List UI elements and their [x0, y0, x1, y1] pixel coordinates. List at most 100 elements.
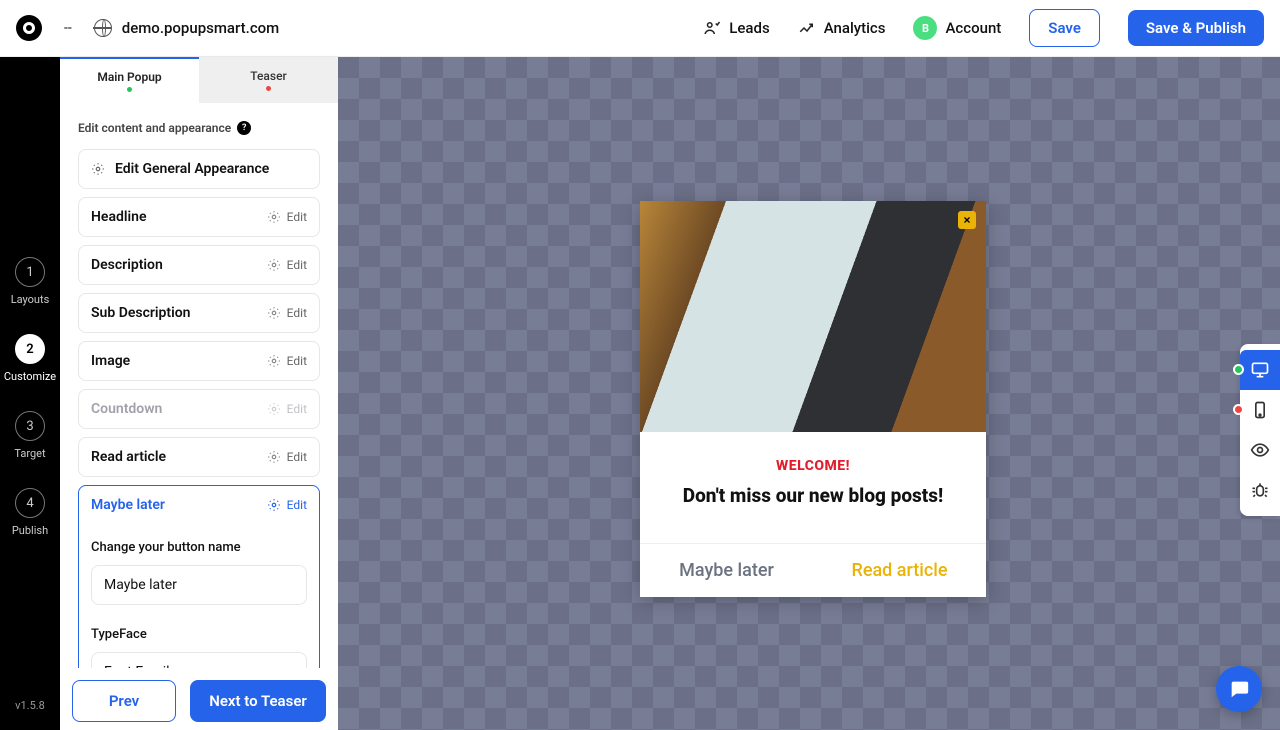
steps-rail: 1 Layouts 2 Customize 3 Target 4 Publish…	[0, 57, 60, 730]
domain-text: demo.popupsmart.com	[122, 19, 280, 37]
popup-actions: Maybe later Read article	[640, 543, 986, 597]
save-publish-button[interactable]: Save & Publish	[1128, 10, 1264, 46]
block-header[interactable]: Maybe later Edit	[79, 486, 319, 524]
tab-label: Teaser	[250, 69, 287, 83]
topbar: -- demo.popupsmart.com Leads Analytics B…	[0, 0, 1280, 57]
chat-widget[interactable]	[1216, 666, 1262, 712]
panel-footer: Prev Next to Teaser	[60, 668, 338, 730]
editor-panel: Main Popup Teaser Edit content and appea…	[60, 57, 338, 730]
chat-icon	[1228, 678, 1250, 700]
nav-analytics-label: Analytics	[824, 19, 886, 37]
popup-welcome: WELCOME!	[660, 458, 966, 474]
globe-icon	[94, 19, 112, 37]
device-toolbar	[1240, 344, 1280, 516]
tab-teaser[interactable]: Teaser	[199, 57, 338, 103]
popup-close-button[interactable]	[958, 211, 976, 229]
nav-analytics[interactable]: Analytics	[798, 19, 886, 37]
avatar: B	[913, 16, 937, 40]
block-edit: Edit	[267, 402, 307, 416]
step-publish[interactable]: 4 Publish	[12, 488, 48, 537]
popup-maybe-later-button[interactable]: Maybe later	[640, 544, 813, 597]
section-title-text: Edit content and appearance	[78, 121, 231, 135]
tab-label: Main Popup	[97, 70, 161, 84]
topbar-right: Leads Analytics B Account Save Save & Pu…	[703, 9, 1264, 47]
block-title: Sub Description	[91, 305, 191, 321]
block-countdown[interactable]: Countdown Edit	[78, 389, 320, 429]
step-number: 3	[15, 411, 45, 441]
block-edit: Edit	[267, 450, 307, 464]
app-logo[interactable]	[16, 15, 42, 41]
analytics-icon	[798, 19, 816, 37]
gear-icon	[91, 162, 105, 176]
status-dot-icon	[266, 86, 271, 91]
gear-icon	[267, 258, 281, 272]
view-debug[interactable]	[1240, 470, 1280, 510]
popup-body: WELCOME! Don't miss our new blog posts!	[640, 432, 986, 543]
block-sub-description[interactable]: Sub Description Edit	[78, 293, 320, 333]
block-title: Maybe later	[91, 497, 165, 513]
popup-read-article-button[interactable]: Read article	[813, 544, 986, 597]
block-title: Description	[91, 257, 163, 273]
step-label: Layouts	[11, 293, 50, 306]
nav-leads-label: Leads	[729, 19, 769, 37]
step-layouts[interactable]: 1 Layouts	[11, 257, 50, 306]
next-button[interactable]: Next to Teaser	[190, 680, 326, 722]
device-desktop[interactable]	[1240, 350, 1280, 390]
nav-leads[interactable]: Leads	[703, 19, 769, 37]
status-dot-icon	[1233, 404, 1244, 415]
block-edit: Edit	[267, 306, 307, 320]
step-number: 1	[15, 257, 45, 287]
step-number: 2	[15, 334, 45, 364]
block-title: Headline	[91, 209, 146, 225]
block-edit: Edit	[267, 210, 307, 224]
spacer-dashes: --	[64, 20, 72, 36]
tab-main-popup[interactable]: Main Popup	[60, 57, 199, 103]
block-title: Image	[91, 353, 130, 369]
gear-icon	[267, 306, 281, 320]
app-version: v1.5.8	[15, 699, 45, 712]
popup-preview: WELCOME! Don't miss our new blog posts! …	[640, 201, 986, 597]
device-mobile[interactable]	[1240, 390, 1280, 430]
block-edit: Edit	[267, 258, 307, 272]
field-label-button-name: Change your button name	[91, 540, 307, 555]
gear-icon	[267, 450, 281, 464]
block-read-article[interactable]: Read article Edit	[78, 437, 320, 477]
save-button[interactable]: Save	[1029, 9, 1100, 47]
section-header: Edit content and appearance ?	[78, 121, 320, 135]
font-family-select[interactable]: Font Family	[91, 652, 307, 668]
help-icon[interactable]: ?	[237, 121, 251, 135]
nav-account[interactable]: B Account	[913, 16, 1001, 40]
domain-display[interactable]: demo.popupsmart.com	[94, 19, 280, 37]
gear-icon	[267, 354, 281, 368]
bug-icon	[1250, 480, 1270, 500]
popup-headline: Don't miss our new blog posts!	[660, 484, 966, 507]
preview-canvas[interactable]: WELCOME! Don't miss our new blog posts! …	[338, 57, 1280, 730]
step-label: Target	[14, 447, 45, 460]
leads-icon	[703, 19, 721, 37]
gear-icon	[267, 498, 281, 512]
prev-button[interactable]: Prev	[72, 680, 176, 722]
step-number: 4	[15, 488, 45, 518]
nav-account-label: Account	[945, 19, 1001, 37]
view-preview[interactable]	[1240, 430, 1280, 470]
step-customize[interactable]: 2 Customize	[4, 334, 56, 383]
mobile-icon	[1250, 400, 1270, 420]
topbar-left: -- demo.popupsmart.com	[16, 15, 279, 41]
panel-scroll[interactable]: Edit content and appearance ? Edit Gener…	[60, 103, 338, 668]
block-body: Change your button name TypeFace Font Fa…	[79, 524, 319, 668]
block-title: Countdown	[91, 401, 162, 417]
status-dot-icon	[1233, 364, 1244, 375]
block-general-appearance[interactable]: Edit General Appearance	[78, 149, 320, 189]
button-name-input[interactable]	[91, 565, 307, 605]
panel-tabs: Main Popup Teaser	[60, 57, 338, 103]
block-edit: Edit	[267, 354, 307, 368]
gear-icon	[267, 210, 281, 224]
step-target[interactable]: 3 Target	[14, 411, 45, 460]
block-title: Read article	[91, 449, 166, 465]
step-label: Publish	[12, 524, 48, 537]
popup-image	[640, 201, 986, 432]
block-edit: Edit	[267, 498, 307, 512]
block-description[interactable]: Description Edit	[78, 245, 320, 285]
block-image[interactable]: Image Edit	[78, 341, 320, 381]
block-headline[interactable]: Headline Edit	[78, 197, 320, 237]
